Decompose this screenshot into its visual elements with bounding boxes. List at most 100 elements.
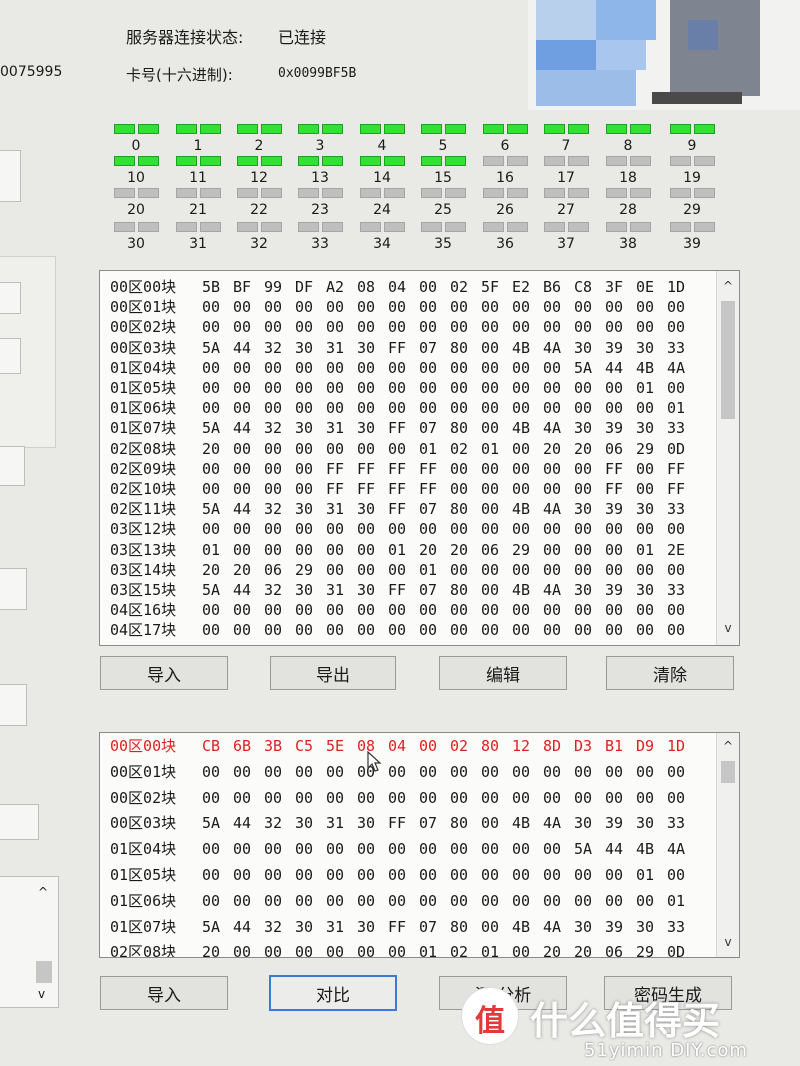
hex-byte: 00 (295, 399, 314, 418)
hex-byte: 00 (202, 379, 221, 397)
scroll-up-icon-bottom[interactable]: ^ (717, 739, 739, 757)
table-row[interactable]: 02区09块 00 00 00 00 FF FF FF FF 00 00 00 00 00 FF 00 FF (110, 458, 698, 478)
table-row[interactable]: 01区07块 5A 44 32 30 31 30 FF 07 80 00 4B 4A 30 39 30 33 (110, 916, 698, 936)
table-row[interactable]: 03区15块 5A 44 32 30 31 30 FF 07 80 00 4B 4A 30 39 30 33 (110, 579, 698, 599)
sector-light (629, 124, 651, 134)
card-data-panel[interactable]: 00区00块 5B BF 99 DF A2 08 04 00 02 5F E2 B6 C8 3F 0E 1D 00… (99, 270, 740, 646)
table-row[interactable]: 01区07块 5A 44 32 30 31 30 FF 07 80 00 4B 4A 30 39 30 33 (110, 417, 698, 437)
table-row[interactable]: 03区14块 20 20 06 29 00 00 00 01 00 00 00 00 00 00 00 00 (110, 559, 698, 579)
hex-byte: FF (388, 500, 407, 519)
table-row[interactable]: 01区04块 00 00 00 00 00 00 00 00 00 00 00 00 5A 44 4B 4A (110, 838, 698, 858)
server-status-value: 已连接 (278, 28, 327, 47)
edit-button[interactable]: 编辑 (439, 656, 567, 690)
card-data-scrollbar[interactable]: ^ v (716, 271, 739, 645)
hex-byte: 00 (295, 318, 314, 337)
sector-status-lights (418, 222, 468, 232)
sector-status-lights (603, 188, 653, 198)
hex-byte: 80 (481, 737, 500, 755)
table-row[interactable]: 00区02块 00 00 00 00 00 00 00 00 00 00 00 00 00 00 00 00 (110, 316, 698, 336)
hex-byte: 00 (450, 318, 469, 337)
compare-data-scrollbar[interactable]: ^ v (716, 733, 739, 957)
export-button[interactable]: 导出 (270, 656, 396, 690)
table-row[interactable]: 00区01块 00 00 00 00 00 00 00 00 00 00 00 00 00 00 00 00 (110, 296, 698, 316)
table-row[interactable]: 01区05块 00 00 00 00 00 00 00 00 00 00 00 00 00 00 01 00 (110, 377, 698, 397)
left-input-7[interactable] (0, 804, 39, 840)
hex-byte: 00 (419, 318, 438, 337)
left-input-4[interactable] (0, 446, 25, 486)
hex-byte: 4B (636, 840, 655, 859)
table-row[interactable]: 00区02块 00 00 00 00 00 00 00 00 00 00 00 00 00 00 00 00 (110, 787, 698, 807)
hex-byte: 1D (667, 737, 686, 755)
hex-byte: 00 (574, 480, 593, 498)
block-label: 01区07块 (110, 917, 177, 936)
hex-byte: 00 (481, 338, 500, 357)
sector-status-lights (173, 124, 223, 134)
compare-button[interactable]: 对比 (269, 975, 397, 1011)
hex-byte: 8D (543, 737, 562, 755)
hex-byte: 00 (388, 840, 407, 859)
scroll-down-icon-bottom[interactable]: v (717, 935, 739, 953)
hex-byte: 00 (667, 520, 686, 539)
hex-byte: 00 (419, 866, 438, 884)
left-list-scroll-down-icon[interactable]: v (38, 987, 45, 1001)
hex-byte: 00 (667, 788, 686, 807)
sector-number: 3 (315, 138, 325, 154)
hex-byte: 32 (264, 338, 283, 357)
block-label: 02区10块 (110, 480, 177, 498)
compare-data-panel[interactable]: 00区00块 CB 6B 3B C5 5E 08 04 00 02 80 12 8D D3 B1 D9 1D 00… (99, 732, 740, 958)
left-input-1[interactable] (0, 150, 21, 202)
scroll-thumb[interactable] (721, 301, 735, 419)
sector-light (175, 156, 197, 166)
left-input-3[interactable] (0, 338, 21, 374)
table-row[interactable]: 00区01块 00 00 00 00 00 00 00 00 00 00 00 00 00 00 00 00 (110, 761, 698, 781)
scroll-up-icon[interactable]: ^ (717, 279, 739, 297)
table-row[interactable]: 00区00块 5B BF 99 DF A2 08 04 00 02 5F E2 B6 C8 3F 0E 1D (110, 276, 698, 296)
hex-byte: 30 (295, 419, 314, 438)
hex-byte: 00 (543, 358, 562, 377)
table-row[interactable]: 04区16块 00 00 00 00 00 00 00 00 00 00 00 00 00 00 00 00 (110, 599, 698, 619)
table-row[interactable]: 01区04块 00 00 00 00 00 00 00 00 00 00 00 00 5A 44 4B 4A (110, 357, 698, 377)
table-row[interactable]: 02区08块 20 00 00 00 00 00 00 01 02 01 00 20 20 06 29 0D (110, 941, 698, 958)
table-row[interactable]: 01区05块 00 00 00 00 00 00 00 00 00 00 00 00 00 00 01 00 (110, 864, 698, 884)
hex-byte: 00 (512, 520, 531, 539)
block-label: 01区06块 (110, 399, 177, 418)
sector-light (359, 188, 381, 198)
left-input-2[interactable] (0, 282, 21, 314)
left-input-6[interactable] (0, 684, 27, 726)
table-row[interactable]: 01区06块 00 00 00 00 00 00 00 00 00 00 00 00 00 00 00 01 (110, 397, 698, 417)
scroll-down-icon[interactable]: v (717, 621, 739, 639)
table-row[interactable]: 03区12块 00 00 00 00 00 00 00 00 00 00 00 00 00 00 00 00 (110, 518, 698, 538)
hex-byte: 44 (233, 419, 252, 438)
scroll-thumb-bottom[interactable] (721, 761, 735, 783)
left-list[interactable]: ^ v (0, 876, 59, 1008)
hex-byte: 06 (605, 943, 624, 958)
table-row[interactable]: 00区03块 5A 44 32 30 31 30 FF 07 80 00 4B 4A 30 39 30 33 (110, 812, 698, 832)
block-label: 02区08块 (110, 439, 177, 458)
hex-byte: 00 (419, 358, 438, 377)
table-row[interactable]: 00区00块 CB 6B 3B C5 5E 08 04 00 02 80 12 8D D3 B1 D9 1D (110, 735, 698, 755)
hex-byte: 00 (295, 943, 314, 958)
table-row[interactable]: 02区11块 5A 44 32 30 31 30 FF 07 80 00 4B 4A 30 39 30 33 (110, 498, 698, 518)
hex-byte: FF (326, 459, 345, 478)
hex-byte: 30 (357, 500, 376, 519)
table-row[interactable]: 01区06块 00 00 00 00 00 00 00 00 00 00 00 00 00 00 00 01 (110, 890, 698, 910)
table-row[interactable]: 02区08块 20 00 00 00 00 00 00 01 02 01 00 20 20 06 29 0D (110, 438, 698, 458)
clear-button[interactable]: 清除 (606, 656, 734, 690)
hex-byte: 00 (357, 891, 376, 910)
hex-byte: 4B (636, 358, 655, 377)
import-button-bottom[interactable]: 导入 (100, 976, 228, 1010)
hex-byte: 00 (357, 601, 376, 620)
left-list-scroll-up-icon[interactable]: ^ (38, 885, 48, 899)
table-row[interactable]: 04区17块 00 00 00 00 00 00 00 00 00 00 00 00 00 00 00 00 (110, 619, 698, 639)
hex-byte: 00 (481, 621, 500, 640)
sector-light (113, 222, 135, 232)
hex-byte: 00 (326, 840, 345, 859)
left-input-5[interactable] (0, 568, 27, 610)
table-row[interactable]: 03区13块 01 00 00 00 00 00 01 20 20 06 29 00 00 00 01 2E (110, 539, 698, 559)
hex-byte: 30 (295, 581, 314, 599)
table-row[interactable]: 02区10块 00 00 00 00 FF FF FF FF 00 00 00 00 00 FF 00 FF (110, 478, 698, 498)
left-list-scroll-thumb[interactable] (36, 961, 52, 983)
table-row[interactable]: 00区03块 5A 44 32 30 31 30 FF 07 80 00 4B 4A 30 39 30 33 (110, 337, 698, 357)
hex-byte: 00 (202, 762, 221, 781)
import-button-top[interactable]: 导入 (100, 656, 228, 690)
